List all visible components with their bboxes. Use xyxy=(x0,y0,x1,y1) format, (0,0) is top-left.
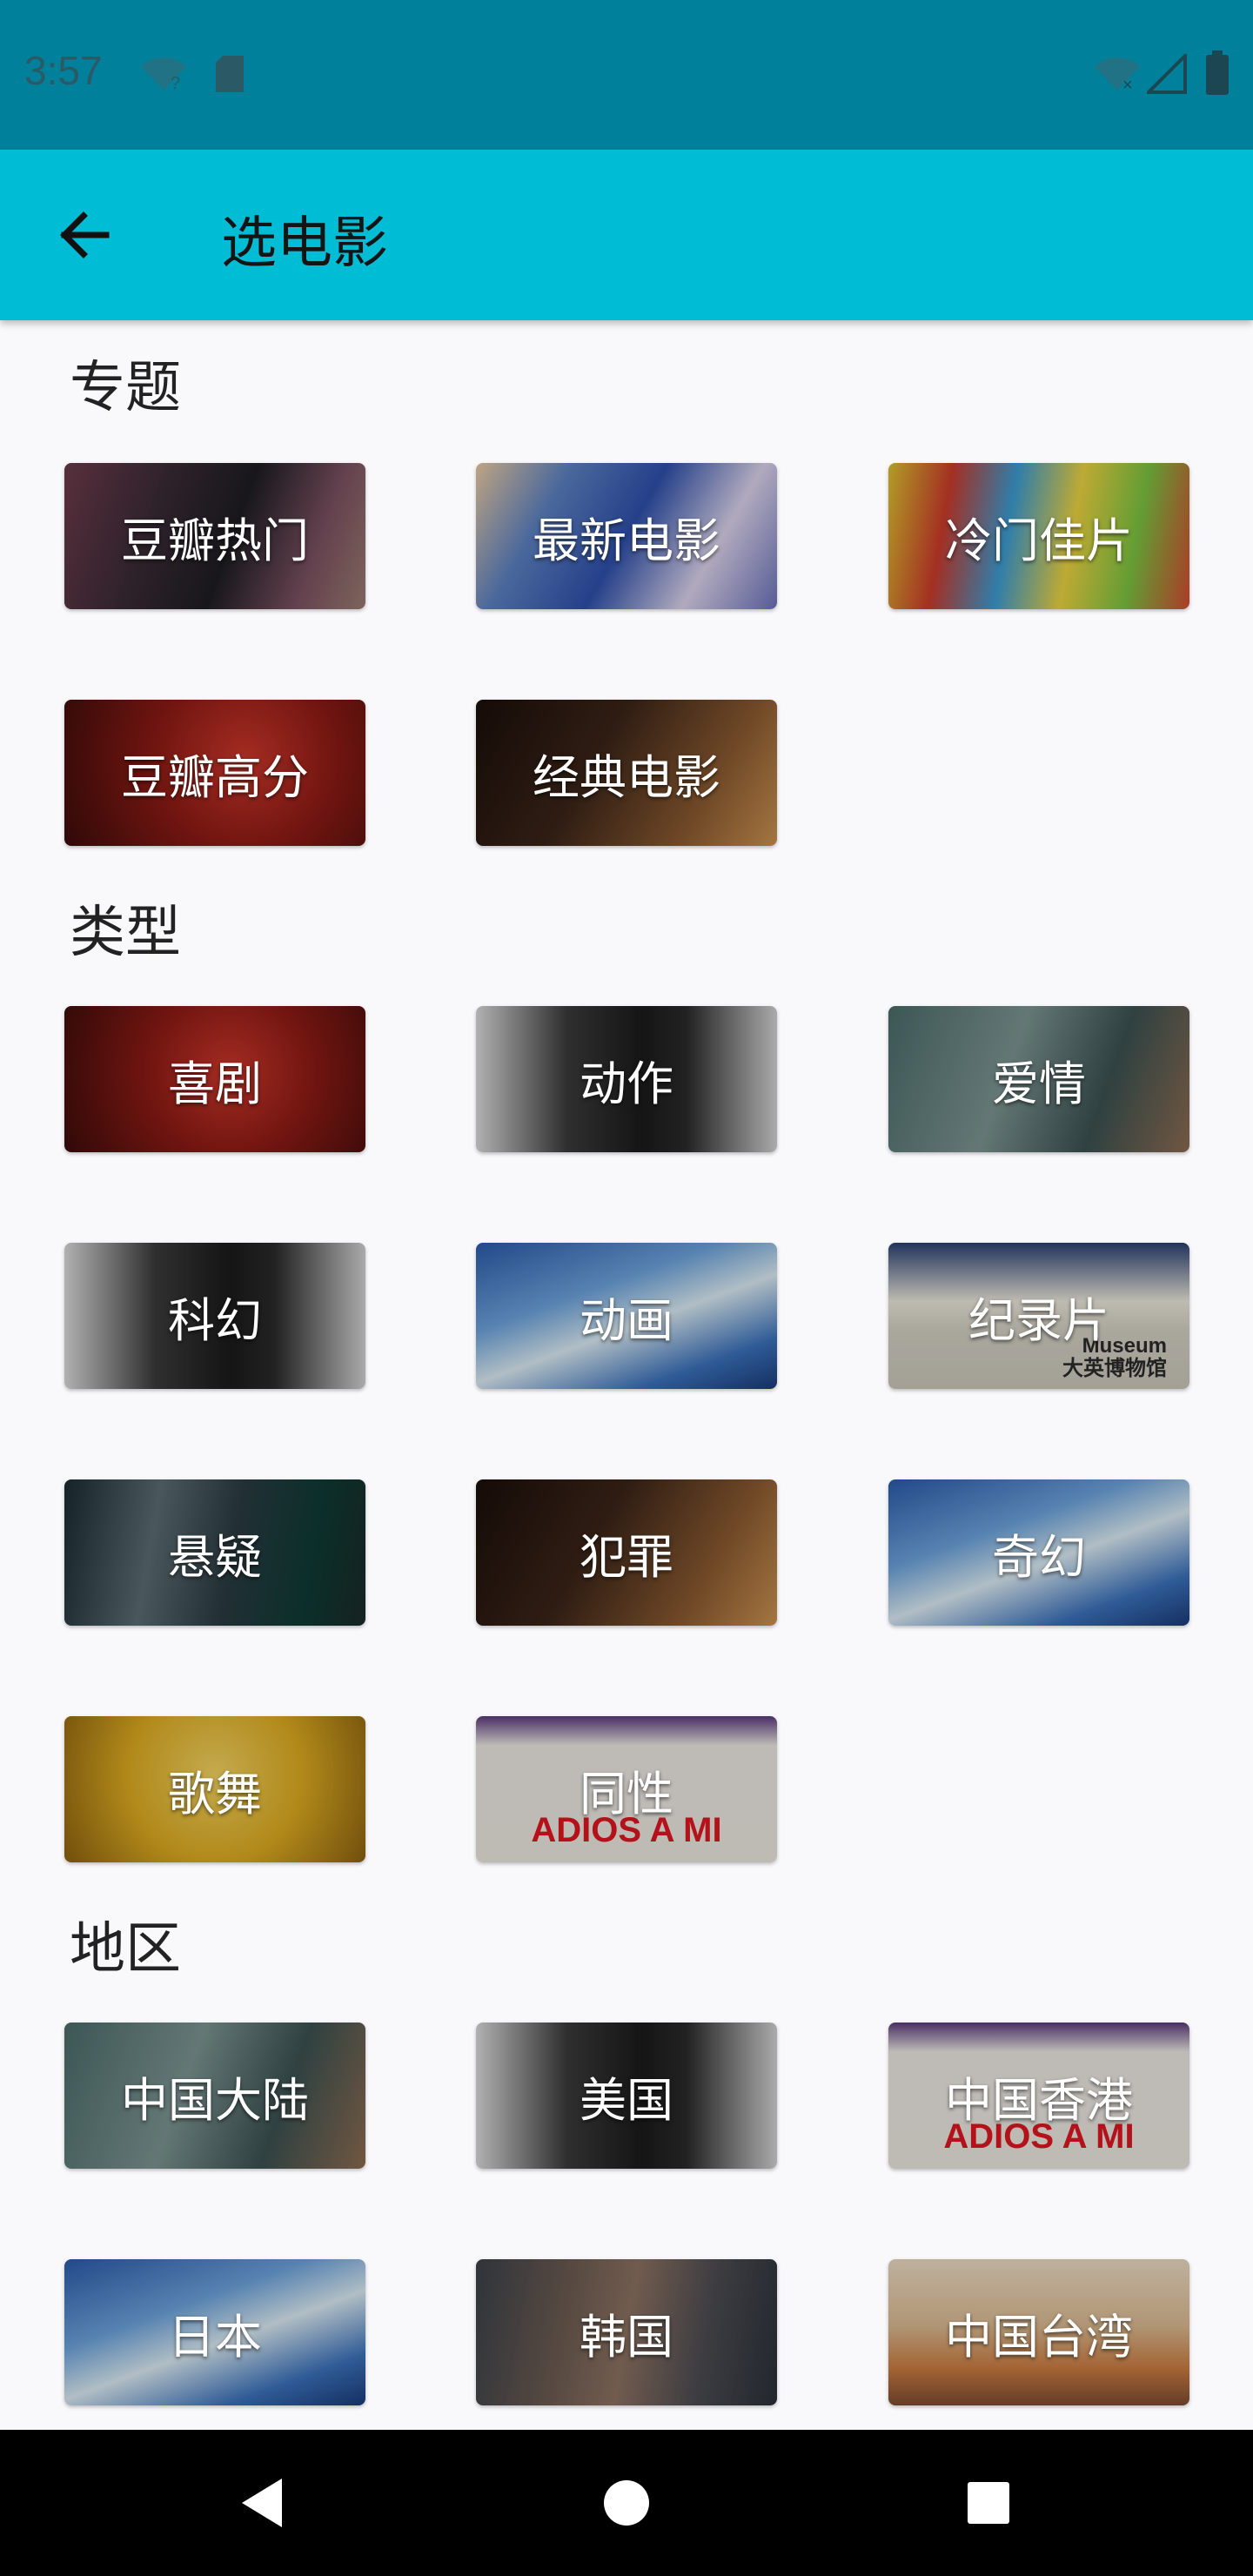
square-recents-icon xyxy=(968,2482,1009,2524)
tile-label: 动作 xyxy=(580,1056,673,1111)
system-nav-bar xyxy=(0,2430,1253,2576)
triangle-back-icon xyxy=(242,2479,282,2527)
genre-tile-musical[interactable]: 歌舞 xyxy=(64,1716,365,1862)
genre-tile-fantasy[interactable]: 奇幻 xyxy=(888,1479,1189,1626)
battery-icon xyxy=(1206,50,1229,95)
section-title-topics: 专题 xyxy=(70,356,181,420)
nav-back-button[interactable] xyxy=(235,2475,291,2531)
topic-tile-douban-hot[interactable]: 豆瓣热门 xyxy=(64,463,365,609)
svg-text:×: × xyxy=(1122,76,1133,92)
tile-label: 经典电影 xyxy=(533,749,720,805)
tile-label: 中国台湾 xyxy=(945,2309,1133,2365)
region-tile-taiwan[interactable]: 中国台湾 xyxy=(888,2259,1189,2405)
region-tile-japan[interactable]: 日本 xyxy=(64,2259,365,2405)
region-tile-usa[interactable]: 美国 xyxy=(476,2023,777,2169)
wifi-question-icon: ? xyxy=(141,57,186,92)
tile-label: 犯罪 xyxy=(580,1529,673,1585)
tile-label: 奇幻 xyxy=(992,1529,1086,1585)
genre-tile-action[interactable]: 动作 xyxy=(476,1006,777,1152)
topic-tile-latest[interactable]: 最新电影 xyxy=(476,463,777,609)
sd-card-icon xyxy=(216,56,244,92)
tile-label: 同性 xyxy=(580,1766,673,1821)
tile-label: 豆瓣热门 xyxy=(121,513,309,568)
genre-tile-mystery[interactable]: 悬疑 xyxy=(64,1479,365,1626)
arrow-left-icon xyxy=(60,211,110,258)
wifi-off-icon: × xyxy=(1095,57,1140,92)
tile-label: 科幻 xyxy=(168,1292,262,1348)
topic-tile-top-rated[interactable]: 豆瓣高分 xyxy=(64,700,365,846)
status-bar: 3:57 ? × xyxy=(0,0,1253,150)
genre-tile-scifi[interactable]: 科幻 xyxy=(64,1243,365,1389)
back-button[interactable] xyxy=(52,204,115,266)
nav-home-button[interactable] xyxy=(599,2475,654,2531)
genre-tile-documentary[interactable]: Museum 大英博物馆 纪录片 xyxy=(888,1243,1189,1389)
app-bar: 选电影 xyxy=(0,150,1253,320)
topic-tile-hidden-gems[interactable]: 冷门佳片 xyxy=(888,463,1189,609)
tile-label: 中国香港 xyxy=(945,2072,1133,2128)
tile-label: 冷门佳片 xyxy=(945,513,1133,568)
section-title-regions: 地区 xyxy=(70,1917,181,1982)
tile-label: 悬疑 xyxy=(168,1529,262,1585)
genre-tile-comedy[interactable]: 喜剧 xyxy=(64,1006,365,1152)
nav-recents-button[interactable] xyxy=(961,2475,1016,2531)
signal-icon xyxy=(1147,54,1187,94)
tile-label: 纪录片 xyxy=(968,1292,1109,1348)
tile-label: 爱情 xyxy=(992,1056,1086,1111)
tile-label: 动画 xyxy=(580,1292,673,1348)
svg-text:?: ? xyxy=(171,74,180,92)
topic-tile-classics[interactable]: 经典电影 xyxy=(476,700,777,846)
status-time: 3:57 xyxy=(24,48,103,93)
tile-label: 中国大陆 xyxy=(121,2072,309,2128)
tile-label: 韩国 xyxy=(580,2309,673,2365)
section-title-genres: 类型 xyxy=(70,901,181,965)
category-list[interactable]: 专题 豆瓣热门 最新电影 冷门佳片 豆瓣高分 经典电影 类型 喜剧 动作 爱情 … xyxy=(0,320,1253,2430)
genre-tile-animation[interactable]: 动画 xyxy=(476,1243,777,1389)
region-tile-korea[interactable]: 韩国 xyxy=(476,2259,777,2405)
circle-home-icon xyxy=(604,2480,649,2526)
genre-tile-crime[interactable]: 犯罪 xyxy=(476,1479,777,1626)
region-tile-mainland[interactable]: 中国大陆 xyxy=(64,2023,365,2169)
tile-label: 豆瓣高分 xyxy=(121,749,309,805)
tile-label: 喜剧 xyxy=(168,1056,262,1111)
genre-tile-lgbt[interactable]: ADIOS A MI 同性 xyxy=(476,1716,777,1862)
page-title: 选电影 xyxy=(221,211,388,276)
tile-label: 歌舞 xyxy=(168,1766,262,1821)
genre-tile-romance[interactable]: 爱情 xyxy=(888,1006,1189,1152)
tile-label: 日本 xyxy=(168,2309,262,2365)
tile-label: 最新电影 xyxy=(533,513,720,568)
tile-label: 美国 xyxy=(580,2072,673,2128)
region-tile-hongkong[interactable]: ADIOS A MI 中国香港 xyxy=(888,2023,1189,2169)
